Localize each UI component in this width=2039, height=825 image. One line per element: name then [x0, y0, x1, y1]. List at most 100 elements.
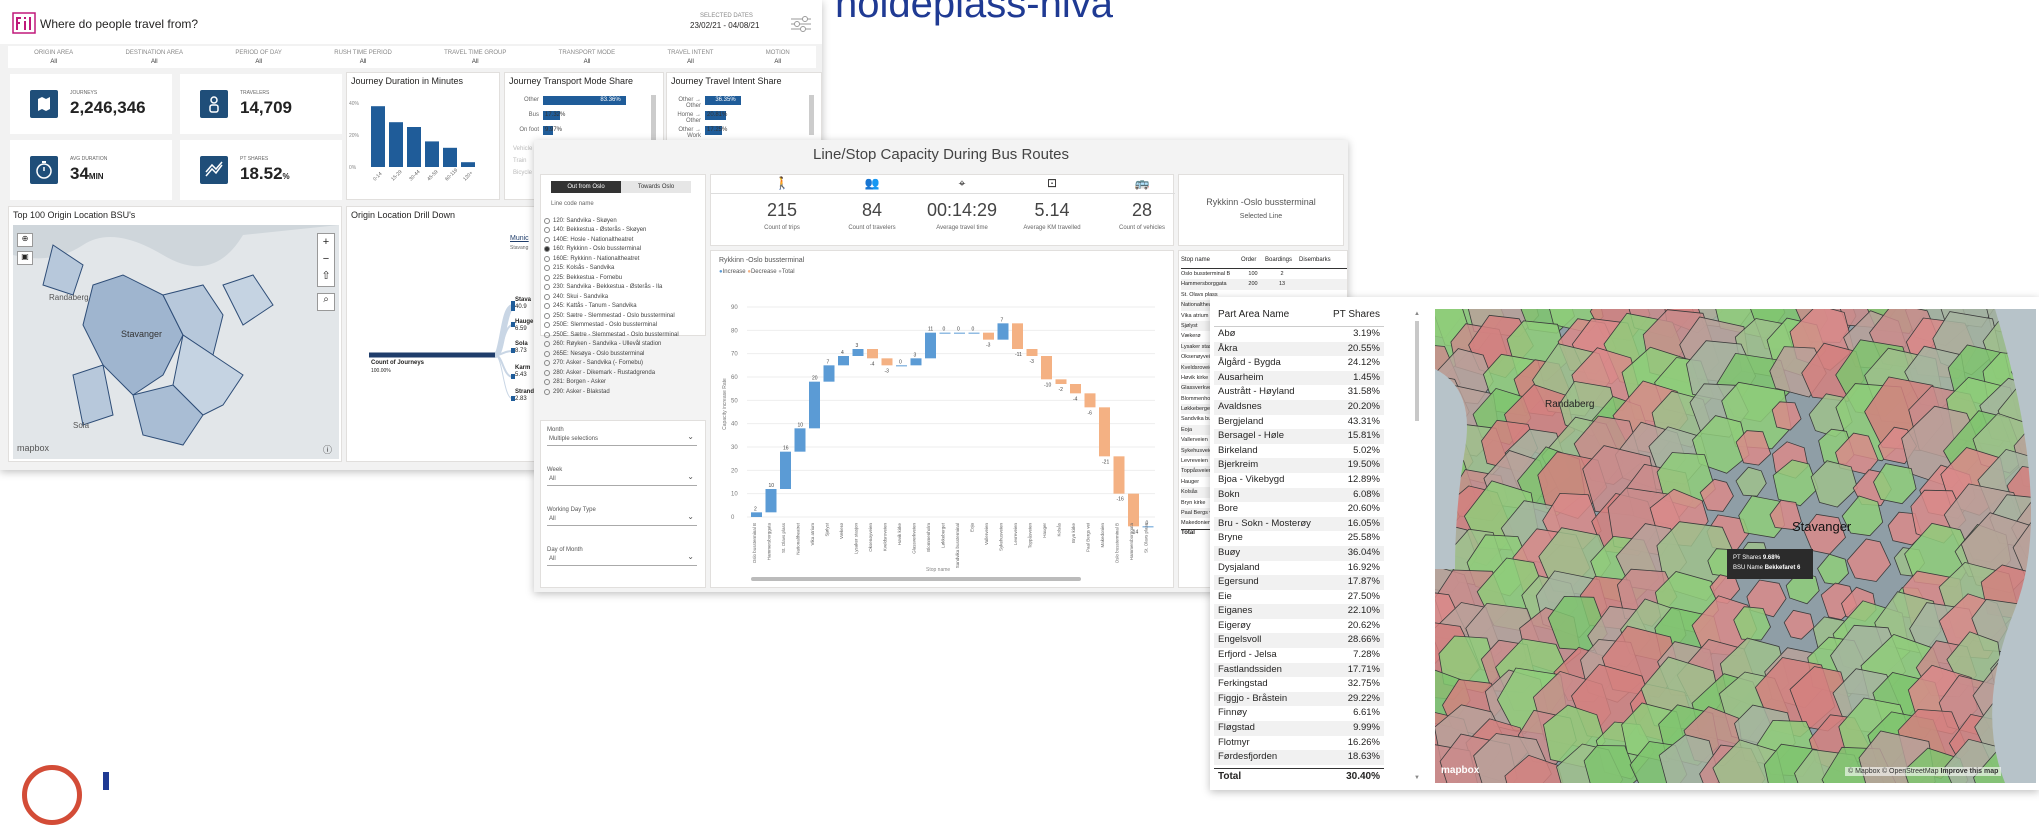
line-radio-item[interactable]: 250: Sætre - Slemmestad - Oslo busstermi… [544, 311, 704, 321]
drill-item[interactable]: Strand 2.83 [515, 389, 534, 403]
slicer-day-of-month-value[interactable]: All [547, 552, 697, 566]
radio-button[interactable] [544, 284, 550, 291]
table-row[interactable]: Austrått - Høyland 31.58% [1214, 385, 1384, 400]
table-row[interactable]: Bjerkreim 19.50% [1214, 458, 1384, 473]
zoom-in-icon[interactable]: + [318, 234, 334, 251]
table-row[interactable]: Bru - Sokn - Mosterøy 16.05% [1214, 516, 1384, 532]
radio-button[interactable] [544, 236, 550, 243]
tab-towards-oslo[interactable]: Towards Oslo [621, 181, 691, 193]
line-radio-item[interactable]: 290: Asker - Blakstad [544, 387, 704, 397]
radio-button[interactable] [544, 265, 550, 272]
map-lasso-icon[interactable]: ⊕ [17, 233, 33, 247]
filter-rush-time-period[interactable]: RUSH TIME PERIOD All [334, 46, 392, 68]
table-row[interactable]: Flotmyr 16.26% [1214, 736, 1384, 751]
table-row[interactable]: Eiganes 22.10% [1214, 604, 1384, 619]
table-row[interactable]: Ausarheim 1.45% [1214, 370, 1384, 386]
mode-row[interactable]: On foot 9.97% [505, 125, 655, 138]
table-row[interactable]: Avaldsnes 20.20% [1214, 399, 1384, 415]
drill-item[interactable]: Hauge 6.59 [515, 319, 533, 333]
table-scrollbar[interactable]: ▲ ▼ [1414, 311, 1420, 781]
column-header[interactable]: Boardings [1265, 257, 1299, 268]
slicer-month[interactable]: Month Multiple selections [547, 427, 697, 446]
filter-destination-area[interactable]: DESTINATION AREA All [125, 46, 183, 68]
radio-button[interactable] [544, 322, 550, 329]
filter-travel-intent[interactable]: TRAVEL INTENT All [667, 46, 713, 68]
radio-button[interactable] [544, 331, 550, 338]
table-row[interactable]: Erfjord - Jelsa 7.28% [1214, 648, 1384, 663]
line-radio-item[interactable]: 281: Borgen - Asker [544, 378, 704, 388]
radio-button[interactable] [544, 388, 550, 395]
line-radio-item[interactable]: 230: Sandvika - Bekkestua - Østerås - Il… [544, 283, 704, 293]
drill-item[interactable]: Sola 8.73 [515, 341, 528, 355]
radio-button[interactable] [544, 217, 550, 224]
filter-travel-time-group[interactable]: TRAVEL TIME GROUP All [444, 46, 506, 68]
drill-item[interactable]: Karm 5.43 [515, 365, 530, 379]
table-row[interactable]: Bersagel - Høle 15.81% [1214, 429, 1384, 444]
improve-map-link[interactable]: Improve this map [1940, 768, 1998, 775]
filter-sliders-icon[interactable] [790, 14, 812, 34]
radio-button[interactable] [544, 341, 550, 348]
intent-row[interactable]: Other → Work 17.25% [667, 125, 817, 139]
table-row[interactable]: Bergjeland 43.31% [1214, 415, 1384, 430]
filter-period-of-day[interactable]: PERIOD OF DAY All [235, 46, 282, 68]
slicer-week[interactable]: Week All [547, 467, 697, 486]
line-radio-item[interactable]: 160: Rykkinn - Oslo bussterminal [544, 245, 704, 255]
radio-button[interactable] [544, 350, 550, 357]
slicer-day-of-month[interactable]: Day of Month All [547, 547, 697, 566]
slicer-working-day-value[interactable]: All [547, 512, 697, 526]
column-header[interactable]: PT Shares [1333, 309, 1380, 326]
line-radio-item[interactable]: 140E: Hosle - Nationaltheatret [544, 235, 704, 245]
filter-motion[interactable]: MOTION All [766, 46, 790, 68]
radio-button[interactable] [544, 293, 550, 300]
table-row[interactable]: Figgjo - Bråstein 29.22% [1214, 691, 1384, 707]
selected-dates-value[interactable]: 23/02/21 - 04/08/21 [690, 21, 759, 30]
table-row[interactable]: Eie 27.50% [1214, 590, 1384, 605]
line-radio-item[interactable]: 265E: Nesøya - Oslo bussterminal [544, 349, 704, 359]
line-radio-item[interactable]: 245: Kattås - Tanum - Sandvika [544, 302, 704, 312]
line-radio-item[interactable]: 270: Asker - Sandvika (- Fornebu) [544, 359, 704, 369]
table-row[interactable]: Dysjaland 16.92% [1214, 561, 1384, 576]
line-radio-item[interactable]: 250E: Slemmestad - Oslo bussterminal [544, 321, 704, 331]
tab-out-from-oslo[interactable]: Out from Oslo [551, 181, 621, 193]
table-row[interactable]: Bjoa - Vikebygd 12.89% [1214, 473, 1384, 488]
filter-transport-mode[interactable]: TRANSPORT MODE All [559, 46, 615, 68]
table-row[interactable]: Bokn 6.08% [1214, 487, 1384, 503]
line-radio-item[interactable]: 240: Skui - Sandvika [544, 292, 704, 302]
table-row[interactable]: Egersund 17.87% [1214, 575, 1384, 590]
slicer-working-day[interactable]: Working Day Type All [547, 507, 697, 526]
line-radio-item[interactable]: 160E: Rykkinn - Nationaltheatret [544, 254, 704, 264]
line-radio-item[interactable]: 260: Røyken - Sandvika - Ullevål stadion [544, 340, 704, 350]
table-row[interactable]: Bore 20.60% [1214, 502, 1384, 517]
filter-origin-area[interactable]: ORIGIN AREA All [34, 46, 73, 68]
intent-scrollbar[interactable] [809, 95, 814, 135]
mode-scrollbar[interactable] [651, 95, 656, 145]
origin-map[interactable]: Stavanger Randaberg Sola ⊕ ▣ + − ⇧ ⌕ mapbo… [13, 225, 339, 459]
radio-button[interactable] [544, 360, 550, 367]
drill-item[interactable]: Stava 40.9 [515, 297, 531, 311]
radio-button[interactable] [544, 255, 550, 262]
map-select-icon[interactable]: ▣ [17, 251, 33, 265]
column-header[interactable]: Disembarks [1299, 257, 1339, 268]
map-search-icon[interactable]: ⌕ [317, 293, 335, 311]
zoom-out-icon[interactable]: − [318, 251, 334, 268]
table-row[interactable]: Fløgstad 9.99% [1214, 721, 1384, 736]
table-row[interactable]: Hammersborggata 200 13 [1181, 279, 1347, 290]
line-radio-item[interactable]: 120: Sandvika - Skøyen [544, 216, 704, 226]
radio-button[interactable] [544, 227, 550, 234]
radio-button[interactable] [544, 379, 550, 386]
column-header[interactable]: Stop name [1181, 257, 1241, 268]
intent-row[interactable]: Home → Other 20.81% [667, 110, 817, 124]
table-row[interactable]: Birkeland 5.02% [1214, 444, 1384, 459]
compass-icon[interactable]: ⇧ [318, 268, 334, 285]
table-row[interactable]: Buøy 36.04% [1214, 545, 1384, 561]
line-radio-item[interactable]: 225: Bekkestua - Fornebu [544, 273, 704, 283]
line-radio-item[interactable]: 140: Bekkestua - Østerås - Skøyen [544, 226, 704, 236]
radio-button[interactable] [544, 369, 550, 376]
radio-button[interactable] [544, 303, 550, 310]
table-row[interactable]: Oslo bussterminal B 100 2 [1181, 269, 1347, 279]
drill-column-title[interactable]: Munic [510, 235, 529, 242]
radio-button[interactable] [544, 274, 550, 281]
table-row[interactable]: Fastlandssiden 17.71% [1214, 662, 1384, 678]
table-row[interactable]: Ålgård - Bygda 24.12% [1214, 356, 1384, 371]
radio-button[interactable] [544, 246, 550, 253]
